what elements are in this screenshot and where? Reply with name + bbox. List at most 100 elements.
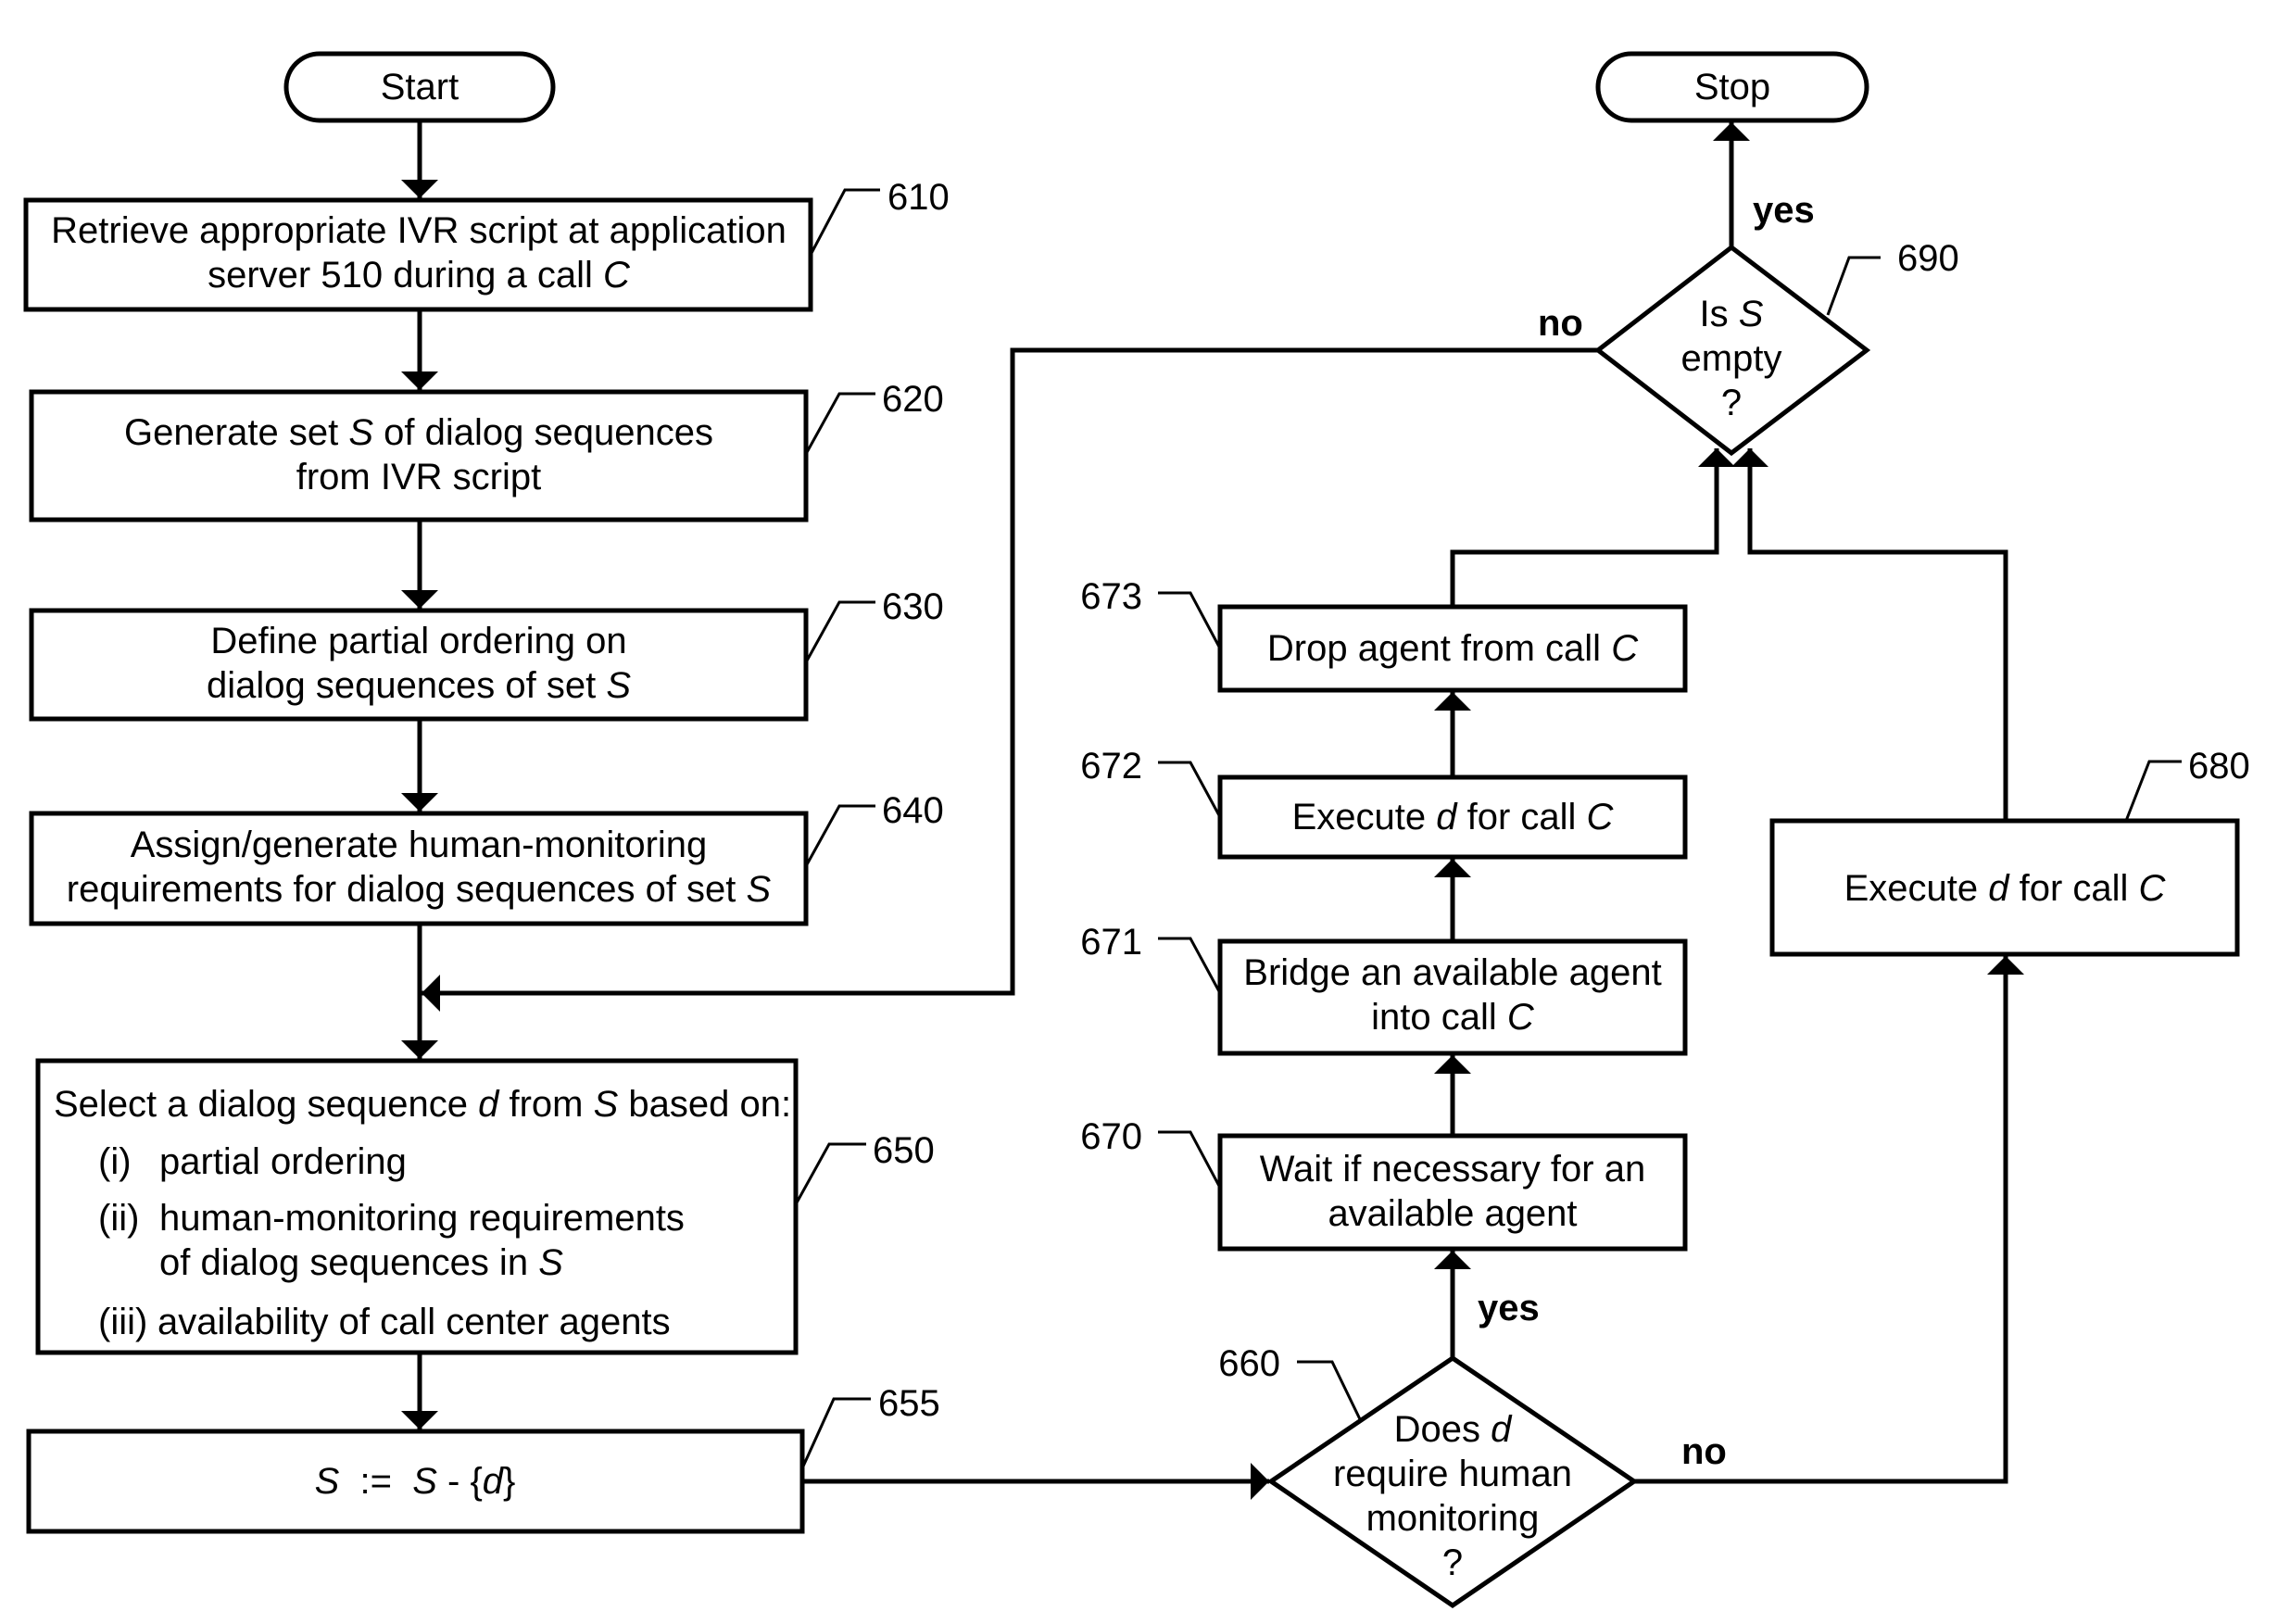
ref-690: 690 [1897,238,1959,279]
arrow-673-to-690 [1450,448,1735,607]
text-run: Execute [1292,797,1437,837]
leader-660 [1297,1360,1362,1420]
text-run: into call [1371,997,1507,1038]
text-run: Define partial ordering on [210,621,626,661]
text-run: dialog sequences of set [207,665,606,706]
text-run: of dialog sequences in [159,1242,538,1283]
branch-label-690-no: no [1538,303,1583,344]
ref-673: 673 [1080,576,1142,617]
text-run: d [1988,868,2010,909]
leader-680 [2124,760,2182,822]
text-run: empty [1681,338,1782,379]
step-660-text-line: monitoring [1366,1498,1540,1539]
branch-label-690-yes: yes [1753,190,1815,231]
step-630-text-line: dialog sequences of set S [207,665,631,706]
leader-610 [809,188,880,256]
leader-673 [1158,591,1222,649]
step-650-criterion-number: (i) [98,1141,132,1182]
text-run: d [483,1461,505,1502]
text-run: Does [1394,1409,1491,1450]
ref-610: 610 [887,177,950,218]
text-run: S [538,1242,563,1283]
node-texts: Retrieve appropriate IVR script at appli… [51,210,2166,1583]
text-run: partial ordering [159,1141,407,1182]
leader-630 [804,600,875,663]
text-run: available agent [1328,1193,1577,1234]
step-650-criterion-text: of dialog sequences in S [159,1242,563,1283]
step-650-heading: Select a dialog sequence d from S based … [54,1084,791,1125]
text-run: Assign/generate human-monitoring [131,825,708,865]
text-run: C [2139,868,2167,909]
start-label: Start [381,67,459,107]
text-run: d [1491,1409,1513,1450]
text-run: for call [1456,797,1586,837]
text-run: availability of call center agents [157,1302,671,1342]
text-run: Retrieve appropriate IVR script at appli… [51,210,787,251]
text-run: d [478,1084,500,1125]
stop-label: Stop [1694,67,1770,107]
text-run: ? [1442,1542,1463,1583]
text-run: S [315,1461,340,1502]
step-680-text-line: Execute d for call C [1844,868,2167,909]
step-620-box [29,389,809,522]
ref-650: 650 [873,1130,935,1171]
text-run: - { [437,1461,483,1502]
text-run: C [603,255,631,296]
leader-650 [794,1142,866,1205]
step-620-text-line: Generate set S of dialog sequences [124,412,713,453]
ref-660: 660 [1218,1343,1280,1384]
leader-672 [1158,761,1222,818]
ref-655: 655 [878,1383,940,1424]
step-650-criterion-text: availability of call center agents [157,1302,671,1342]
branch-label-660-no: no [1681,1431,1727,1472]
step-670-text-line: Wait if necessary for an [1260,1149,1645,1190]
text-run: Bridge an available agent [1243,952,1661,993]
step-650-criterion-number: (iii) [98,1302,147,1342]
leader-690 [1826,256,1881,316]
text-run: C [1587,797,1615,837]
text-run: for call [2008,868,2138,909]
ref-620: 620 [882,379,944,420]
ref-671: 671 [1080,922,1142,963]
text-run: S [348,412,373,453]
text-run: ? [1721,383,1742,423]
leader-655 [800,1397,871,1469]
step-640-text-line: Assign/generate human-monitoring [131,825,708,865]
text-run: Generate set [124,412,348,453]
step-630-text-line: Define partial ordering on [210,621,626,661]
leader-670 [1158,1130,1222,1189]
leader-640 [804,804,875,867]
text-run: Execute [1844,868,1989,909]
step-650-criterion-number: (ii) [98,1198,139,1239]
step-655-text-line: S := S - {d} [315,1461,516,1502]
arrow-660-no-to-680 [1634,956,2024,1484]
step-660-text-line: require human [1333,1454,1572,1494]
text-run: S [594,1084,619,1125]
step-670-text-line: available agent [1328,1193,1577,1234]
text-run: d [1436,797,1458,837]
text-run: S [606,665,631,706]
text-run: } [503,1461,515,1502]
step-640-text-line: requirements for dialog sequences of set… [67,869,772,910]
text-run: from IVR script [296,457,541,497]
text-run: of dialog sequences [373,412,713,453]
text-run: C [1507,997,1535,1038]
step-660-text-line: Does d [1394,1409,1514,1450]
text-run: human-monitoring requirements [159,1198,685,1239]
leader-671 [1158,937,1222,994]
text-run: from [498,1084,593,1125]
ref-680: 680 [2188,746,2250,787]
branch-label-660-yes: yes [1478,1288,1540,1328]
text-run: based on: [618,1084,791,1125]
text-run: S [1739,294,1764,334]
arrow-680-to-690 [1731,448,2008,821]
step-660-text-line: ? [1442,1542,1463,1583]
text-run: := [339,1461,412,1502]
step-690-text-line: Is S [1700,294,1764,334]
ref-670: 670 [1080,1116,1142,1157]
text-run: S [412,1461,437,1502]
step-690-text-line: ? [1721,383,1742,423]
step-650-criterion-text: human-monitoring requirements [159,1198,685,1239]
ref-630: 630 [882,586,944,627]
step-610-text-line: server 510 during a call C [208,255,631,296]
